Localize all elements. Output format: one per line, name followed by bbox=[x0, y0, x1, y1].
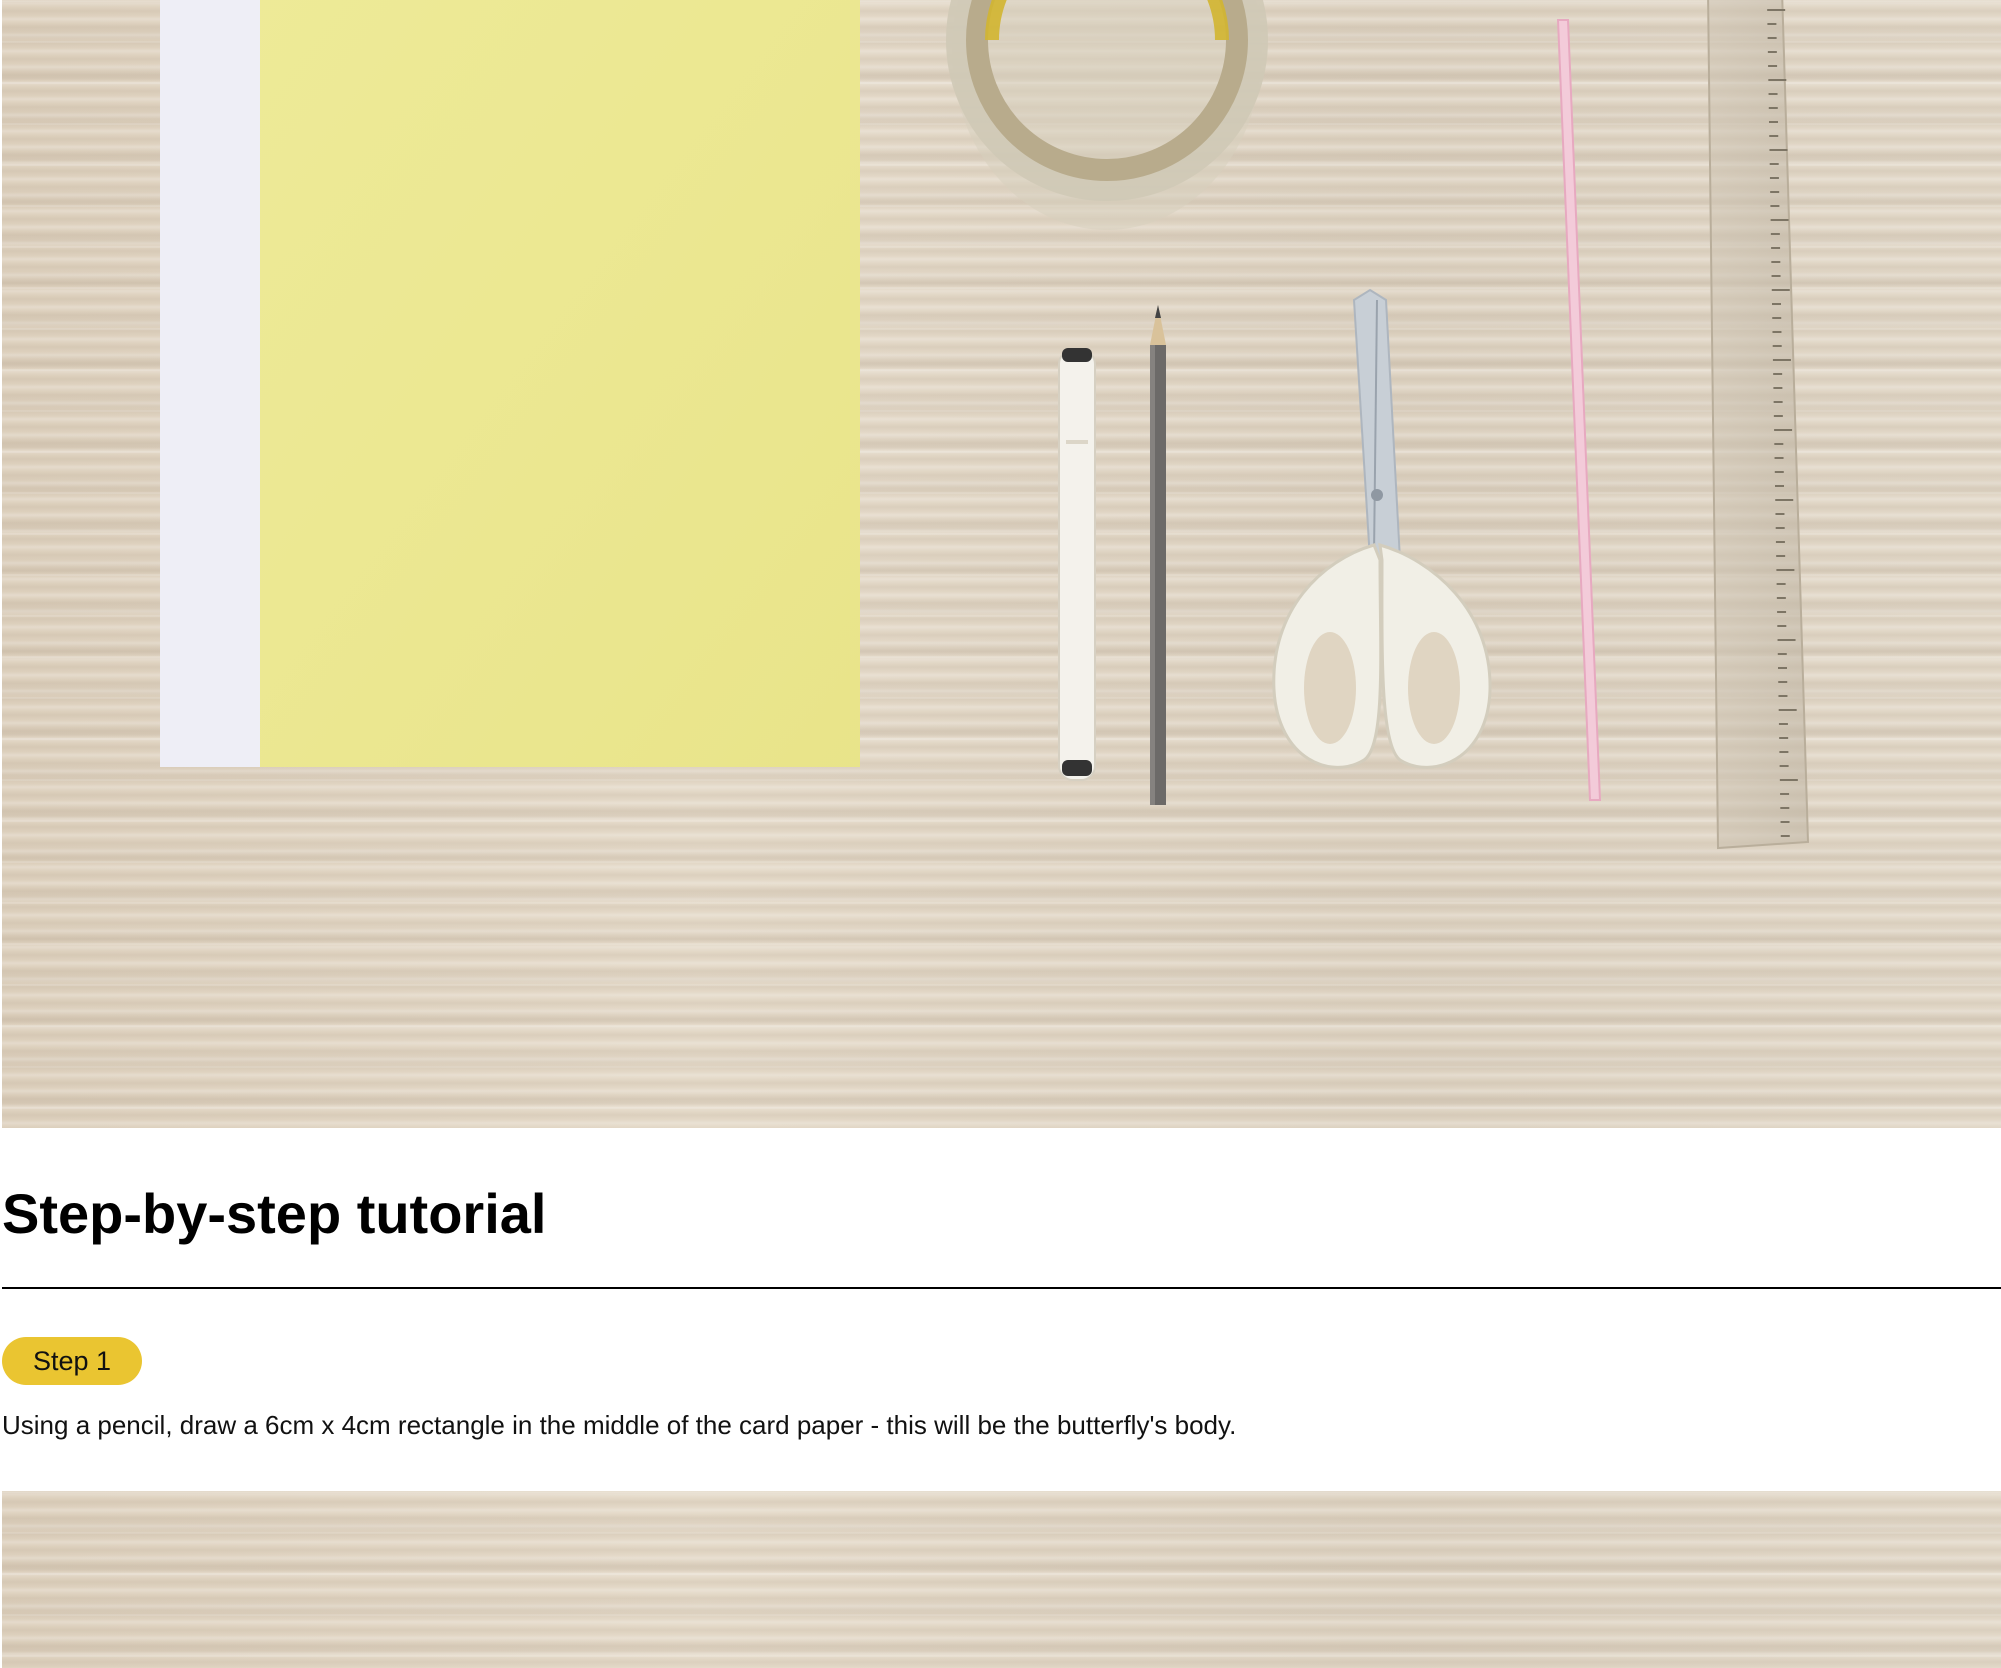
materials-illustration bbox=[160, 0, 1810, 850]
scissors-icon bbox=[1272, 288, 1492, 769]
straw-icon bbox=[1556, 19, 1602, 801]
materials-photo bbox=[2, 0, 2001, 1128]
page-title: Step-by-step tutorial bbox=[2, 1182, 547, 1245]
pencil-icon bbox=[1150, 305, 1166, 805]
tape-roll-icon bbox=[946, 0, 1268, 230]
step-1-photo bbox=[2, 1491, 2001, 1668]
marker-icon bbox=[1058, 348, 1096, 781]
divider bbox=[2, 1287, 2001, 1289]
step-instruction: Using a pencil, draw a 6cm x 4cm rectang… bbox=[2, 1410, 1237, 1440]
step-badge: Step 1 bbox=[2, 1337, 142, 1385]
page: Step-by-step tutorial Step 1 Using a pen… bbox=[0, 0, 2001, 1668]
ruler-icon bbox=[1707, 0, 1810, 850]
